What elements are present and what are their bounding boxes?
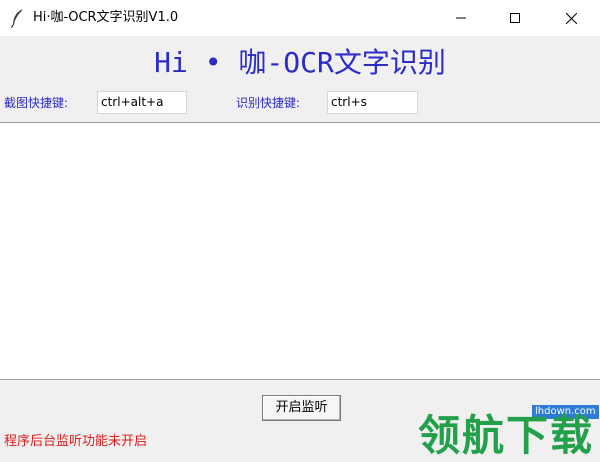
feather-icon <box>10 8 26 28</box>
recognize-shortcut-input[interactable]: ctrl+s <box>327 91 418 114</box>
minimize-icon <box>456 13 466 23</box>
status-text: 程序后台监听功能未开启 <box>4 434 148 449</box>
header: Hi • 咖-OCR文字识别 <box>0 36 600 88</box>
title-bar[interactable]: Hi·咖-OCR文字识别V1.0 <box>0 0 600 36</box>
screenshot-shortcut-label: 截图快捷键: <box>4 96 69 110</box>
maximize-icon <box>510 13 520 23</box>
close-button[interactable] <box>548 0 594 36</box>
watermark-brand: 领航下载 <box>418 411 595 460</box>
screenshot-shortcut-input[interactable]: ctrl+alt+a <box>97 91 187 114</box>
maximize-button[interactable] <box>492 0 538 36</box>
start-listening-button[interactable]: 开启监听 <box>262 395 341 421</box>
ocr-result-textarea[interactable] <box>0 122 600 380</box>
app-heading: Hi • 咖-OCR文字识别 <box>154 46 446 79</box>
window-title: Hi·咖-OCR文字识别V1.0 <box>33 10 179 25</box>
recognize-shortcut-label: 识别快捷键: <box>236 96 301 110</box>
app-window: Hi·咖-OCR文字识别V1.0 Hi • 咖-OCR文字识别 截图快捷键: c… <box>0 0 600 462</box>
watermark: lhdown.com 领航下载 <box>414 405 600 462</box>
close-icon <box>565 12 577 24</box>
minimize-button[interactable] <box>438 0 484 36</box>
